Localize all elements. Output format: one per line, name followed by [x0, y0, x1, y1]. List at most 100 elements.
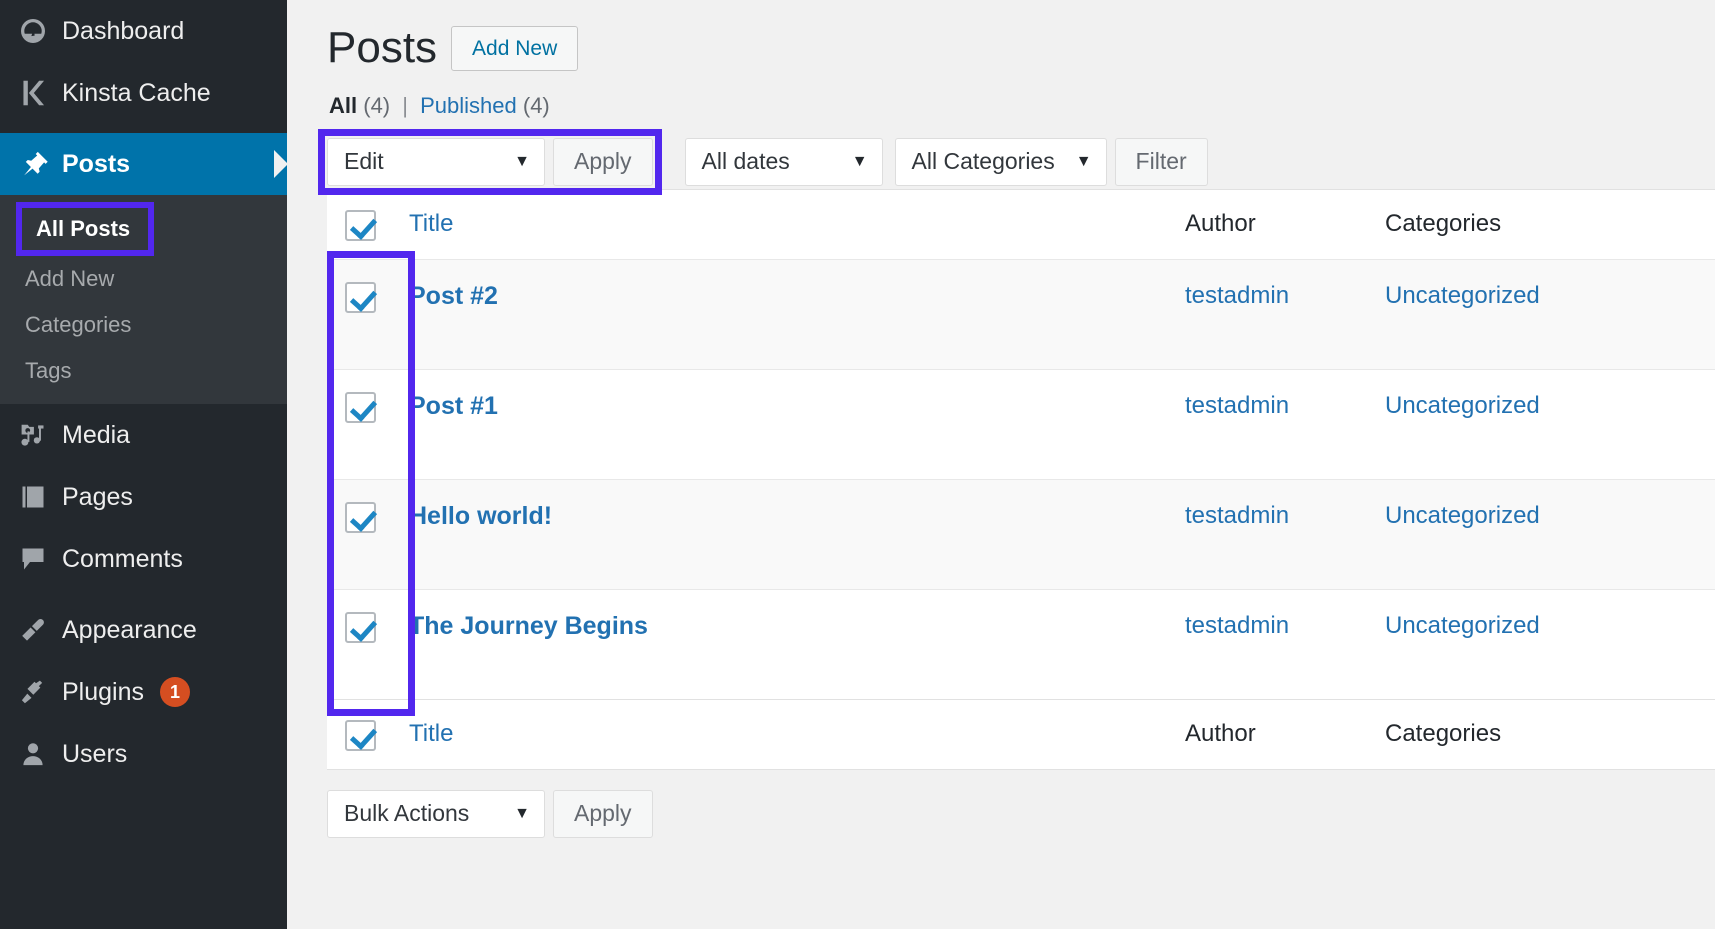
posts-table-body: Post #2 testadmin Uncategorized	[327, 259, 1715, 699]
posts-table-wrapper: Title Author Categories	[327, 189, 1715, 770]
row-title-cell: Post #1	[409, 369, 1185, 479]
bulk-apply-button[interactable]: Apply	[553, 138, 653, 186]
post-title-link[interactable]: Post #1	[409, 392, 498, 420]
submenu-item-all-posts[interactable]: All Posts	[16, 202, 154, 256]
sidebar-item-pages[interactable]: Pages	[0, 466, 287, 528]
column-header-categories-label: Categories	[1385, 210, 1501, 237]
sidebar-item-plugins[interactable]: Plugins 1	[0, 661, 287, 723]
add-new-button[interactable]: Add New	[451, 26, 578, 71]
view-published-link[interactable]: Published	[420, 93, 517, 118]
row-checkbox-cell	[327, 479, 409, 589]
user-icon	[10, 739, 56, 769]
post-title-link[interactable]: The Journey Begins	[409, 612, 648, 640]
post-status-views: All (4) | Published (4)	[329, 93, 1715, 119]
posts-submenu: All Posts Add New Categories Tags	[0, 195, 287, 404]
category-filter-select[interactable]: All Categories ▼	[895, 138, 1107, 186]
chevron-down-icon: ▼	[514, 805, 530, 823]
row-checkbox-cell	[327, 259, 409, 369]
post-author-link[interactable]: testadmin	[1185, 282, 1289, 309]
bottom-bulk-action-select[interactable]: Bulk Actions ▼	[327, 790, 545, 838]
post-author-link[interactable]: testadmin	[1185, 392, 1289, 419]
posts-table-head: Title Author Categories	[327, 189, 1715, 259]
wordpress-admin-screen: Dashboard Kinsta Cache Posts	[0, 0, 1715, 929]
submenu-item-tags[interactable]: Tags	[0, 348, 287, 394]
select-all-header-cell	[327, 189, 409, 259]
plug-icon	[10, 677, 56, 707]
row-checkbox[interactable]	[345, 282, 376, 313]
pages-icon	[10, 482, 56, 512]
bottom-apply-button[interactable]: Apply	[553, 790, 653, 838]
bulk-action-select[interactable]: Edit ▼	[327, 138, 545, 186]
column-footer-title[interactable]: Title	[409, 699, 1185, 769]
post-category-link[interactable]: Uncategorized	[1385, 612, 1540, 639]
row-checkbox-cell	[327, 589, 409, 699]
bottom-tablenav: Bulk Actions ▼ Apply	[327, 790, 1715, 838]
row-categories-cell: Uncategorized	[1385, 369, 1715, 479]
row-title-cell: Post #2	[409, 259, 1185, 369]
sidebar-item-label: Users	[62, 740, 127, 769]
row-author-cell: testadmin	[1185, 479, 1385, 589]
sidebar-item-label: Media	[62, 421, 130, 450]
view-separator: |	[402, 93, 408, 118]
column-header-title[interactable]: Title	[409, 189, 1185, 259]
sidebar-item-users[interactable]: Users	[0, 723, 287, 785]
main-content: Posts Add New All (4) | Published (4) Ed…	[287, 0, 1715, 929]
row-categories-cell: Uncategorized	[1385, 589, 1715, 699]
post-author-link[interactable]: testadmin	[1185, 502, 1289, 529]
row-checkbox[interactable]	[345, 612, 376, 643]
table-row: Post #1 testadmin Uncategorized	[327, 369, 1715, 479]
post-title-link[interactable]: Hello world!	[409, 502, 552, 530]
select-all-checkbox-top[interactable]	[345, 210, 376, 241]
submenu-item-label: Add New	[25, 266, 114, 291]
sidebar-item-label: Plugins	[62, 678, 144, 707]
filter-button[interactable]: Filter	[1115, 138, 1208, 186]
chevron-down-icon: ▼	[1076, 153, 1092, 171]
date-filter-select[interactable]: All dates ▼	[685, 138, 883, 186]
post-category-link[interactable]: Uncategorized	[1385, 282, 1540, 309]
table-header-row: Title Author Categories	[327, 189, 1715, 259]
row-title-cell: The Journey Begins	[409, 589, 1185, 699]
column-footer-author: Author	[1185, 699, 1385, 769]
column-footer-categories-label: Categories	[1385, 720, 1501, 747]
post-title-link[interactable]: Post #2	[409, 282, 498, 310]
comments-icon	[10, 544, 56, 574]
sidebar-item-dashboard[interactable]: Dashboard	[0, 0, 287, 62]
view-all-link[interactable]: All	[329, 93, 357, 118]
sidebar-item-label: Comments	[62, 545, 183, 574]
post-category-link[interactable]: Uncategorized	[1385, 502, 1540, 529]
sidebar-item-comments[interactable]: Comments	[0, 528, 287, 590]
select-all-checkbox-bottom[interactable]	[345, 720, 376, 751]
posts-table: Title Author Categories	[327, 189, 1715, 770]
sidebar-item-appearance[interactable]: Appearance	[0, 599, 287, 661]
table-footer-row: Title Author Categories	[327, 699, 1715, 769]
date-filter-selected-value: All dates	[702, 148, 790, 175]
column-header-title-label: Title	[409, 210, 453, 237]
column-footer-categories: Categories	[1385, 699, 1715, 769]
submenu-item-label: Tags	[25, 358, 71, 383]
plugins-update-badge: 1	[160, 677, 190, 707]
view-published-count: (4)	[523, 93, 550, 118]
submenu-item-add-new[interactable]: Add New	[0, 256, 287, 302]
column-header-author-label: Author	[1185, 210, 1256, 237]
bulk-action-selected-value: Edit	[344, 148, 384, 175]
sidebar-item-label: Dashboard	[62, 17, 184, 46]
kinsta-k-icon	[10, 78, 56, 108]
bulk-actions-group: Edit ▼ Apply	[327, 138, 653, 186]
row-checkbox[interactable]	[345, 502, 376, 533]
row-checkbox[interactable]	[345, 392, 376, 423]
submenu-item-categories[interactable]: Categories	[0, 302, 287, 348]
post-author-link[interactable]: testadmin	[1185, 612, 1289, 639]
page-title: Posts	[327, 22, 437, 75]
post-category-link[interactable]: Uncategorized	[1385, 392, 1540, 419]
sidebar-item-media[interactable]: Media	[0, 404, 287, 466]
sidebar-separator	[0, 590, 287, 599]
sidebar-item-kinsta-cache[interactable]: Kinsta Cache	[0, 62, 287, 124]
pin-icon	[10, 149, 56, 179]
row-title-cell: Hello world!	[409, 479, 1185, 589]
category-filter-selected-value: All Categories	[912, 148, 1055, 175]
sidebar-item-posts[interactable]: Posts	[0, 133, 287, 195]
top-tablenav: Edit ▼ Apply All dates ▼ All Categories …	[327, 135, 1715, 189]
row-checkbox-cell	[327, 369, 409, 479]
submenu-item-label: All Posts	[36, 216, 130, 241]
media-icon	[10, 420, 56, 450]
